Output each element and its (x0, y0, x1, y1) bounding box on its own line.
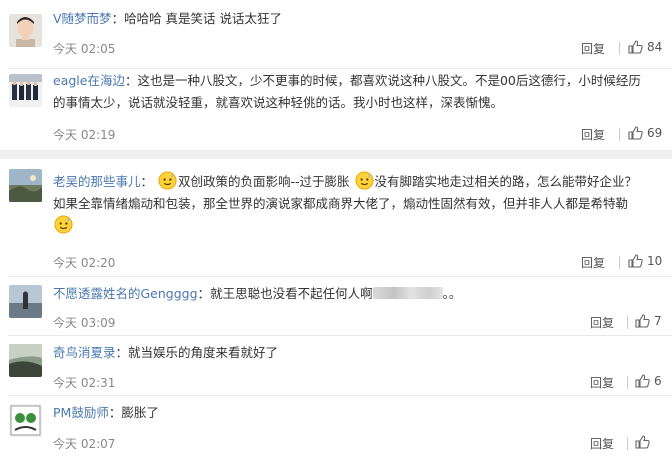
reply-button[interactable]: 回复 (581, 254, 605, 271)
thumbs-up-icon (628, 254, 643, 268)
like-count: 7 (654, 314, 662, 328)
comment-meta: 今天 02:31 回复 6 (53, 371, 662, 393)
blurred-text (372, 287, 443, 299)
thumbs-up-icon (628, 126, 643, 140)
like-button[interactable]: 10 (628, 254, 662, 268)
like-count: 84 (647, 40, 663, 54)
comment-text: 双创政策的负面影响--过于膨胀 (178, 174, 350, 189)
timestamp: 今天 03:09 (53, 316, 116, 330)
comment-meta: 今天 03:09 回复 7 (53, 311, 662, 333)
like-button[interactable]: 84 (628, 40, 662, 54)
comment-body: V随梦而梦：哈哈哈 真是笑话 说话太狂了 (53, 11, 283, 26)
timestamp: 今天 02:19 (53, 128, 116, 142)
like-count: 10 (647, 254, 663, 268)
reply-button[interactable]: 回复 (581, 126, 605, 143)
timestamp: 今天 02:20 (53, 256, 116, 270)
divider (627, 376, 628, 389)
like-button[interactable]: 69 (628, 126, 662, 140)
comment-meta: 今天 02:20 回复 10 (53, 251, 662, 273)
like-button[interactable] (635, 435, 654, 449)
avatar[interactable] (9, 344, 42, 377)
comment-text-line: 的事情太少，说话就没轻重，就喜欢说这种轻佻的话。我小时也这样，深表惭愧。 (53, 95, 504, 110)
thumbs-up-icon (635, 435, 650, 449)
username-link[interactable]: 不愿透露姓名的Gengggg (53, 286, 198, 301)
username-link[interactable]: 老吴的那些事儿 (53, 174, 141, 189)
timestamp: 今天 02:05 (53, 42, 116, 56)
reply-button[interactable]: 回复 (581, 40, 605, 57)
like-count: 69 (647, 126, 663, 140)
reply-button[interactable]: 回复 (590, 374, 614, 391)
like-button[interactable]: 7 (635, 314, 662, 328)
comment-text-line: 如果全靠情绪煽动和包装，那全世界的演说家都成商界大佬了，煽动性固然有效，但并非人… (53, 196, 629, 211)
comment-item: V随梦而梦：哈哈哈 真是笑话 说话太狂了 今天 02:05 回复 84 (0, 0, 672, 68)
reply-button[interactable]: 回复 (590, 314, 614, 331)
comment-text: 膨胀了 (121, 405, 159, 420)
comment-text: 这也是一种八股文，少不更事的时候，都喜欢说这种八股文。不是00后这德行，小时候经… (137, 73, 641, 88)
comment-item: 奇鸟消夏录：就当娱乐的角度来看就好了 今天 02:31 回复 6 (0, 336, 672, 395)
avatar[interactable] (9, 404, 42, 437)
comment-body: eagle在海边：这也是一种八股文，少不更事的时候，都喜欢说这种八股文。不是00… (53, 70, 660, 114)
username-link[interactable]: PM鼓励师 (53, 405, 109, 420)
divider (619, 256, 620, 269)
comment-item: eagle在海边：这也是一种八股文，少不更事的时候，都喜欢说这种八股文。不是00… (0, 69, 672, 149)
comment-item: PM鼓励师：膨胀了 今天 02:07 回复 (0, 396, 672, 459)
like-count: 6 (654, 374, 662, 388)
comment-block-1: V随梦而梦：哈哈哈 真是笑话 说话太狂了 今天 02:05 回复 84 eagl… (0, 0, 672, 150)
comment-meta: 今天 02:07 回复 (53, 432, 660, 454)
divider (619, 42, 620, 55)
comment-item: 不愿透露姓名的Gengggg：就王思聪也没看不起任何人啊。。 今天 03:09 … (0, 277, 672, 335)
divider (627, 316, 628, 329)
comment-body: 奇鸟消夏录：就当娱乐的角度来看就好了 (53, 345, 279, 360)
timestamp: 今天 02:31 (53, 376, 116, 390)
sweat-smile-emoji-icon (158, 171, 177, 190)
timestamp: 今天 02:07 (53, 437, 116, 451)
avatar[interactable] (9, 14, 42, 47)
sweat-smile-emoji-icon (355, 171, 374, 190)
sweat-smile-emoji-icon (54, 215, 73, 234)
comment-text: 就王思聪也没看不起任何人啊 (210, 286, 373, 301)
section-divider (0, 150, 672, 159)
thumbs-up-icon (628, 40, 643, 54)
divider (619, 128, 620, 141)
reply-button[interactable]: 回复 (590, 435, 614, 452)
comment-block-2: 老吴的那些事儿： 双创政策的负面影响--过于膨胀 没有脚踏实地走过相关的路，怎么… (0, 159, 672, 459)
comment-text: 就当娱乐的角度来看就好了 (128, 345, 279, 360)
divider (627, 437, 628, 450)
thumbs-up-icon (635, 374, 650, 388)
avatar[interactable] (9, 285, 42, 318)
username-link[interactable]: 奇鸟消夏录 (53, 345, 116, 360)
comment-item: 老吴的那些事儿： 双创政策的负面影响--过于膨胀 没有脚踏实地走过相关的路，怎么… (0, 159, 672, 276)
avatar[interactable] (9, 169, 42, 202)
avatar[interactable] (9, 74, 42, 107)
comment-body: 老吴的那些事儿： 双创政策的负面影响--过于膨胀 没有脚踏实地走过相关的路，怎么… (53, 171, 660, 237)
username-link[interactable]: V随梦而梦 (53, 11, 112, 26)
like-button[interactable]: 6 (635, 374, 662, 388)
comment-text: 哈哈哈 真是笑话 说话太狂了 (124, 11, 283, 26)
thumbs-up-icon (635, 314, 650, 328)
comment-body: 不愿透露姓名的Gengggg：就王思聪也没看不起任何人啊。。 (53, 286, 462, 301)
comment-meta: 今天 02:05 回复 84 (53, 37, 662, 59)
comment-text: 没有脚踏实地走过相关的路，怎么能带好企业？ (374, 174, 638, 189)
username-link[interactable]: eagle在海边 (53, 73, 125, 88)
comment-body: PM鼓励师：膨胀了 (53, 405, 159, 420)
comment-meta: 今天 02:19 回复 69 (53, 123, 662, 145)
